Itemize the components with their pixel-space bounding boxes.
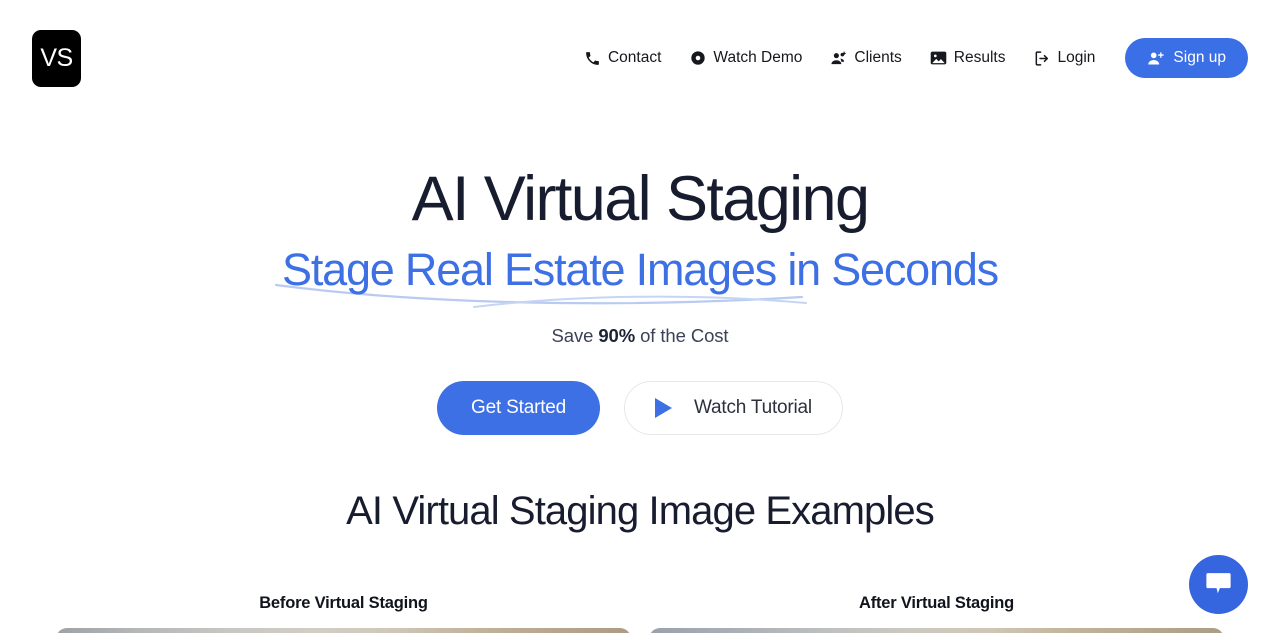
nav-item-label: Contact <box>607 49 662 66</box>
watch-tutorial-label: Watch Tutorial <box>694 396 812 418</box>
savings-text: Save 90% of the Cost <box>0 325 1280 347</box>
site-header: VS Contact Watch Demo Clients Results Lo… <box>0 0 1280 116</box>
nav-item-watch-demo[interactable]: Watch Demo <box>675 43 816 73</box>
nav-item-label: Watch Demo <box>713 49 803 66</box>
get-started-button[interactable]: Get Started <box>437 380 601 435</box>
nav-item-login[interactable]: Login <box>1019 43 1109 73</box>
nav-item-clients[interactable]: Clients <box>816 43 915 73</box>
before-image[interactable] <box>56 628 631 633</box>
sign-up-button[interactable]: Sign up <box>1125 38 1248 78</box>
hero-section: AI Virtual Staging Stage Real Estate Ima… <box>0 116 1280 435</box>
after-column: After Virtual Staging <box>649 594 1224 633</box>
main-navigation: Contact Watch Demo Clients Results Login… <box>570 38 1248 78</box>
savings-suffix: of the Cost <box>635 324 729 346</box>
eye-circle-icon <box>689 50 706 67</box>
hero-subtitle: Stage Real Estate Images in Seconds <box>282 243 999 295</box>
phone-icon <box>584 50 601 67</box>
people-group-icon <box>830 50 847 67</box>
nav-item-label: Results <box>953 49 1006 66</box>
nav-item-contact[interactable]: Contact <box>570 43 675 73</box>
before-column: Before Virtual Staging <box>56 594 631 633</box>
watch-tutorial-button[interactable]: Watch Tutorial <box>624 380 843 435</box>
chat-bubble-icon <box>1205 571 1232 599</box>
examples-heading: AI Virtual Staging Image Examples <box>346 489 935 533</box>
play-triangle-icon <box>655 397 673 418</box>
page-title: AI Virtual Staging <box>411 164 870 234</box>
logo-text: VS <box>40 43 73 72</box>
nav-item-label: Clients <box>854 49 902 66</box>
image-photo-icon <box>930 50 947 67</box>
savings-prefix: Save <box>551 324 599 346</box>
before-label: Before Virtual Staging <box>259 594 428 612</box>
vs-monogram-logo[interactable]: VS <box>32 29 81 87</box>
examples-section: AI Virtual Staging Image Examples Before… <box>0 487 1280 633</box>
person-plus-icon <box>1147 50 1165 67</box>
nav-item-label: Login <box>1057 49 1096 66</box>
before-after-comparison: Before Virtual Staging After Virtual Sta… <box>0 594 1280 633</box>
after-label: After Virtual Staging <box>858 594 1014 612</box>
chat-widget-button[interactable] <box>1189 555 1248 614</box>
after-image[interactable] <box>649 628 1224 633</box>
sign-up-label: Sign up <box>1173 49 1226 66</box>
landing-page: VS Contact Watch Demo Clients Results Lo… <box>0 0 1280 633</box>
login-exit-icon <box>1033 50 1050 67</box>
hero-subtitle-wrapper: Stage Real Estate Images in Seconds <box>274 243 999 308</box>
nav-item-results[interactable]: Results <box>916 43 1020 73</box>
cta-button-row: Get Started Watch Tutorial <box>0 380 1280 435</box>
savings-value: 90% <box>598 324 636 346</box>
